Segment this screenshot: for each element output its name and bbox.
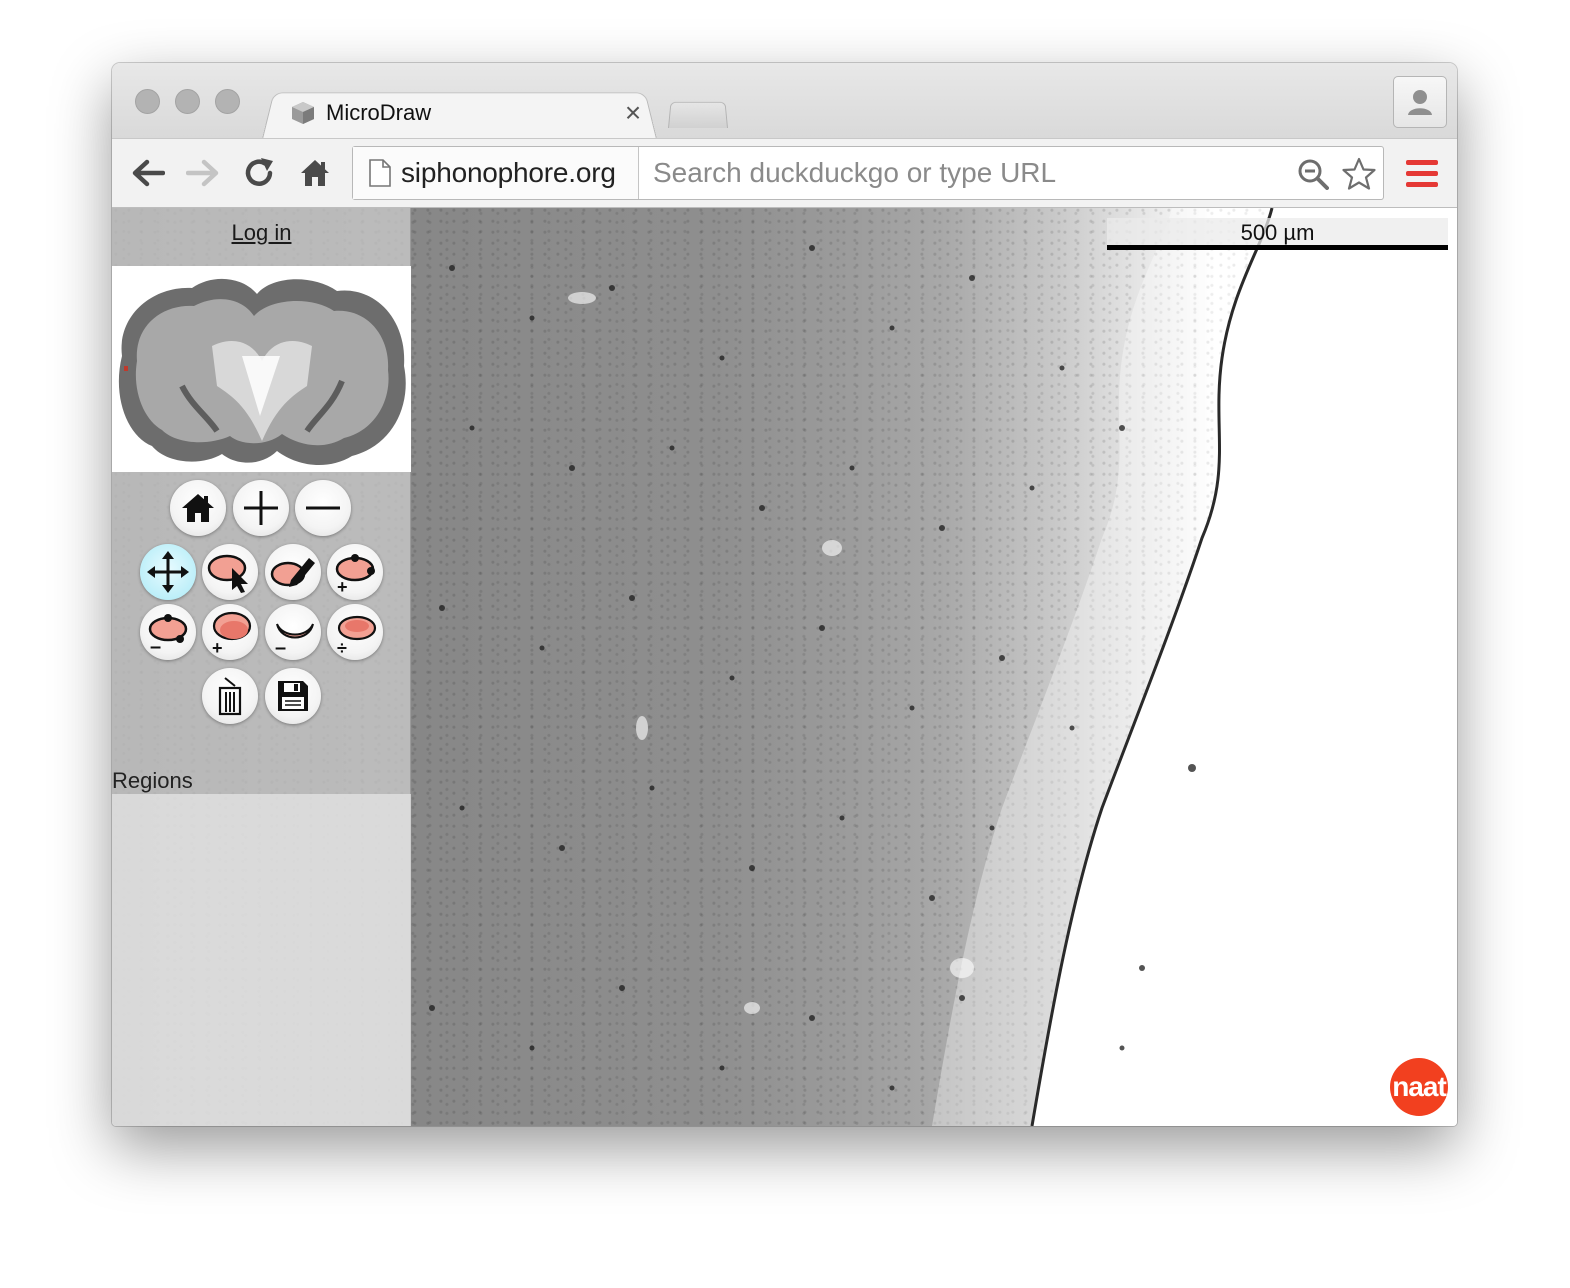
zoom-window-button[interactable] — [215, 89, 240, 114]
slice-thumbnail[interactable] — [112, 266, 411, 472]
svg-text:+: + — [212, 638, 223, 656]
reload-icon — [245, 158, 273, 186]
sidebar: Log in + – + – ÷ Regions — [112, 208, 411, 1126]
close-window-button[interactable] — [135, 89, 160, 114]
reload-button[interactable] — [238, 153, 280, 193]
zoom-out-button[interactable] — [295, 480, 351, 536]
minus-icon — [306, 506, 340, 510]
regions-heading: Regions — [112, 768, 193, 793]
split-region-button[interactable]: ÷ — [327, 604, 383, 660]
back-button[interactable] — [127, 153, 169, 193]
plus-icon — [244, 491, 278, 525]
svg-text:–: – — [275, 637, 286, 656]
subtract-region-button[interactable]: – — [265, 604, 321, 660]
subtract-region-icon: – — [275, 623, 314, 656]
region-select-icon — [207, 554, 248, 593]
search-icon-button[interactable] — [1295, 156, 1331, 192]
trash-icon — [218, 677, 242, 716]
forward-button[interactable] — [182, 153, 224, 193]
back-arrow-icon — [132, 159, 165, 187]
select-region-button[interactable] — [202, 544, 258, 600]
omnibox[interactable]: siphonophore.org — [352, 146, 1384, 200]
zoom-in-button[interactable] — [233, 480, 289, 536]
page-icon — [369, 159, 391, 187]
svg-text:–: – — [150, 636, 161, 655]
hamburger-menu-icon — [1406, 159, 1438, 165]
naat-logo-badge[interactable]: naat — [1390, 1058, 1448, 1116]
move-arrows-icon — [147, 551, 189, 593]
scale-bar: 500 µm — [1107, 218, 1448, 250]
tab-close-icon[interactable]: × — [618, 99, 648, 127]
navigate-tool-button[interactable] — [140, 544, 196, 600]
bookmark-star-button[interactable] — [1341, 156, 1377, 192]
add-region-icon: + — [212, 611, 252, 656]
browser-menu-button[interactable] — [1402, 153, 1442, 193]
cube-favicon-icon — [292, 102, 314, 124]
person-icon — [1408, 90, 1432, 115]
regions-list[interactable] — [112, 794, 411, 1126]
site-chip[interactable]: siphonophore.org — [353, 147, 639, 199]
add-point-button[interactable]: + — [327, 544, 383, 600]
login-link[interactable]: Log in — [112, 220, 411, 246]
svg-text:+: + — [337, 577, 348, 595]
svg-text:÷: ÷ — [337, 638, 347, 656]
search-input[interactable] — [641, 147, 1291, 199]
page-content: 500 µm naat Log in + – + – ÷ Regions — [112, 208, 1457, 1126]
delete-button[interactable] — [202, 668, 258, 724]
forward-arrow-icon — [186, 159, 219, 187]
active-tab-content[interactable]: MicroDraw × — [288, 93, 648, 133]
new-tab-button[interactable] — [668, 101, 728, 128]
delete-point-button[interactable]: – — [140, 604, 196, 660]
search-icon — [1298, 159, 1329, 190]
home-view-button[interactable] — [170, 480, 226, 536]
save-icon — [278, 681, 308, 711]
split-region-icon: ÷ — [337, 615, 377, 656]
draw-region-button[interactable] — [265, 544, 321, 600]
star-icon — [1342, 157, 1376, 190]
browser-window: MicroDraw × siphonophore.org Search duck… — [112, 63, 1457, 1126]
scale-bar-label: 500 µm — [1240, 220, 1315, 245]
site-domain: siphonophore.org — [401, 157, 616, 188]
home-button[interactable] — [294, 153, 336, 193]
add-region-button[interactable]: + — [202, 604, 258, 660]
brain-slice-thumbnail-image — [118, 278, 406, 466]
browser-toolbar: siphonophore.org — [112, 138, 1457, 208]
save-button[interactable] — [265, 668, 321, 724]
tab-title: MicroDraw — [326, 100, 432, 125]
add-point-icon: + — [335, 554, 375, 595]
profile-button[interactable] — [1393, 76, 1447, 128]
home-icon — [182, 494, 214, 522]
tab-strip: MicroDraw × — [112, 63, 1457, 139]
home-icon — [301, 160, 329, 186]
region-draw-icon — [270, 558, 315, 587]
delete-point-icon: – — [148, 614, 188, 655]
minimize-window-button[interactable] — [175, 89, 200, 114]
